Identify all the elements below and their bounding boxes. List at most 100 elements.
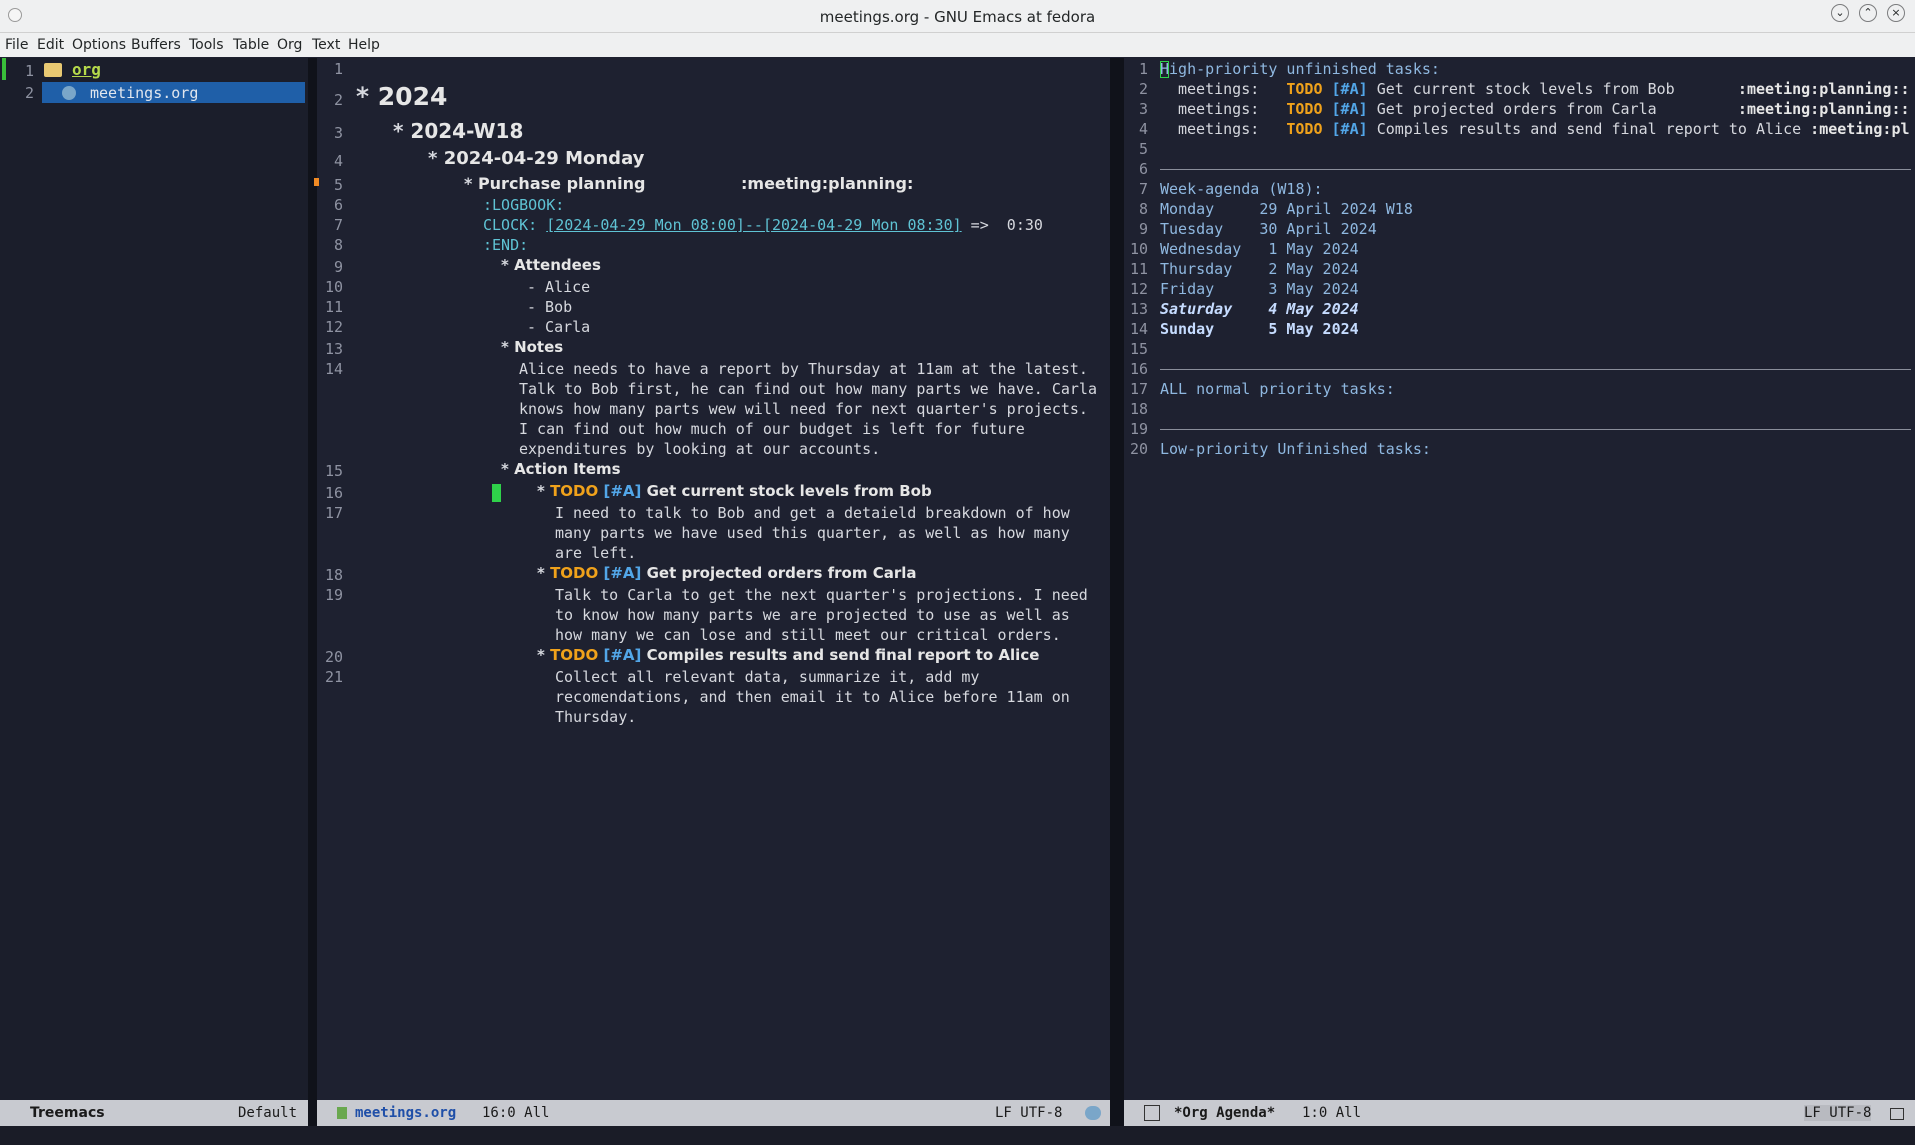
agenda-week-header: Week-agenda (W18): [1160,180,1323,198]
agenda-task[interactable]: meetings: TODO [#A] Compiles results and… [1178,120,1910,138]
menu-file[interactable]: File [5,37,28,53]
logbook-drawer: :LOGBOOK: [483,196,565,214]
agenda-mode-line: *Org Agenda* 1:0 All LF UTF-8 [1124,1100,1915,1126]
window-divider[interactable] [1110,58,1124,1126]
line-number: 8 [333,236,343,254]
encoding[interactable]: LF UTF-8 [1804,1105,1872,1121]
line-number: 16 [1129,360,1148,378]
line-number: 18 [1129,400,1148,418]
agenda-day-weekend[interactable]: Sunday 5 May 2024 [1160,320,1359,338]
buffer-name[interactable]: meetings.org [355,1105,456,1121]
heading-attendees[interactable]: * Attendees [501,256,601,274]
menu-options[interactable]: Options [72,37,126,53]
line-number: 12 [1129,280,1148,298]
line-number: 13 [324,340,343,358]
task-body-line: recomendations, and then email it to Ali… [555,688,1070,706]
task-heading[interactable]: * TODO [#A] Get current stock levels fro… [537,482,932,500]
agenda-day[interactable]: Wednesday 1 May 2024 [1160,240,1359,258]
heading-notes[interactable]: * Notes [501,338,563,356]
menu-buffers[interactable]: Buffers [131,37,181,53]
agenda-high-header: High-priority unfinished tasks: [1160,60,1440,78]
line-number: 4 [1138,120,1148,138]
fringe-marker [314,178,319,186]
notes-line: Talk to Bob first, he can find out how m… [519,380,1097,398]
clock-timestamp-link[interactable]: [2024-04-29 Mon 08:00]--[2024-04-29 Mon … [546,216,961,234]
menu-org[interactable]: Org [277,37,302,53]
window-title: meetings.org - GNU Emacs at fedora [819,8,1096,26]
attendee-item: - Alice [527,278,591,296]
line-number: 5 [1138,140,1148,158]
heading-week[interactable]: * 2024-W18 [393,119,523,143]
line-number: 12 [324,318,343,336]
line-number: 1 [333,60,343,78]
close-icon[interactable]: × [1887,4,1905,22]
task-body-line: many parts we have used this quarter, as… [555,524,1070,542]
agenda-day[interactable]: Monday 29 April 2024 W18 [1160,200,1413,218]
menu-text[interactable]: Text [312,37,340,53]
editor-pane[interactable]: 1 2 3 4 5 6 7 8 9 10 11 12 13 14 15 16 1… [314,58,1110,1100]
line-number: 17 [1129,380,1148,398]
window-divider[interactable] [308,58,317,1126]
menu-tools[interactable]: Tools [189,37,224,53]
agenda-day[interactable]: Friday 3 May 2024 [1160,280,1359,298]
agenda-task[interactable]: meetings: TODO [#A] Get projected orders… [1178,100,1910,118]
task-body-line: Talk to Carla to get the next quarter's … [555,586,1088,604]
notes-line: expenditures by looking at our accounts. [519,440,881,458]
line-number: 2 [1138,80,1148,98]
agenda-day[interactable]: Thursday 2 May 2024 [1160,260,1359,278]
separator [1160,429,1911,430]
treemacs-pane[interactable]: 1 2 org meetings.org [0,58,308,1100]
agenda-day[interactable]: Tuesday 30 April 2024 [1160,220,1377,238]
agenda-pane[interactable]: 1 2 3 4 5 6 7 8 9 10 11 12 13 14 15 16 1… [1124,58,1915,1100]
line-number: 15 [1129,340,1148,358]
line-number: 14 [324,360,343,378]
maximize-icon[interactable]: ⌃ [1859,4,1877,22]
line-number: 17 [324,504,343,522]
minimize-icon[interactable]: ⌄ [1831,4,1849,22]
line-number: 7 [1138,180,1148,198]
menu-bar: File Edit Options Buffers Tools Table Or… [0,33,1915,57]
folder-icon [44,63,62,77]
task-body-line: are left. [555,544,637,562]
tree-root-org[interactable]: org [72,60,101,79]
agenda-normal-header: ALL normal priority tasks: [1160,380,1395,398]
echo-area [0,1126,1915,1145]
drawer-end: :END: [483,236,529,254]
separator [1160,369,1911,370]
heading-action-items[interactable]: * Action Items [501,460,621,478]
notes-line: I can find out how much of our budget is… [519,420,1025,438]
line-number: 18 [324,566,343,584]
line-number: 15 [324,462,343,480]
menu-help[interactable]: Help [348,37,380,53]
line-number: 1 [1138,60,1148,78]
cursor-position: 1:0 All [1302,1105,1362,1121]
heading-meeting[interactable]: * Purchase planning [464,174,645,193]
heading-day[interactable]: * 2024-04-29 Monday [428,148,644,169]
line-number: 19 [324,586,343,604]
line-number: 2 [24,84,34,102]
org-unicorn-icon [62,86,76,100]
menu-table[interactable]: Table [233,37,269,53]
line-number: 7 [333,216,343,234]
buffer-name[interactable]: *Org Agenda* [1174,1105,1275,1121]
line-number: 20 [1129,440,1148,458]
mail-icon [1890,1108,1904,1120]
line-number: 6 [333,196,343,214]
cursor-position: 16:0 All [482,1105,550,1121]
title-bar: meetings.org - GNU Emacs at fedora ⌄ ⌃ × [0,0,1915,33]
line-number: 3 [1138,100,1148,118]
task-body-line: I need to talk to Bob and get a detaield… [555,504,1070,522]
line-number: 6 [1138,160,1148,178]
menu-edit[interactable]: Edit [37,37,64,53]
encoding[interactable]: LF UTF-8 [995,1105,1062,1121]
line-number: 13 [1129,300,1148,318]
calendar-icon [1144,1105,1160,1121]
task-heading[interactable]: * TODO [#A] Get projected orders from Ca… [537,564,917,582]
tree-file-meetings[interactable]: meetings.org [90,84,198,102]
workspace-name: Default [238,1105,298,1121]
task-heading[interactable]: * TODO [#A] Compiles results and send fi… [537,646,1039,664]
agenda-day-weekend[interactable]: Saturday 4 May 2024 [1160,300,1359,318]
line-number: 9 [1138,220,1148,238]
agenda-task[interactable]: meetings: TODO [#A] Get current stock le… [1178,80,1910,98]
heading-year[interactable]: * 2024 [356,82,447,111]
